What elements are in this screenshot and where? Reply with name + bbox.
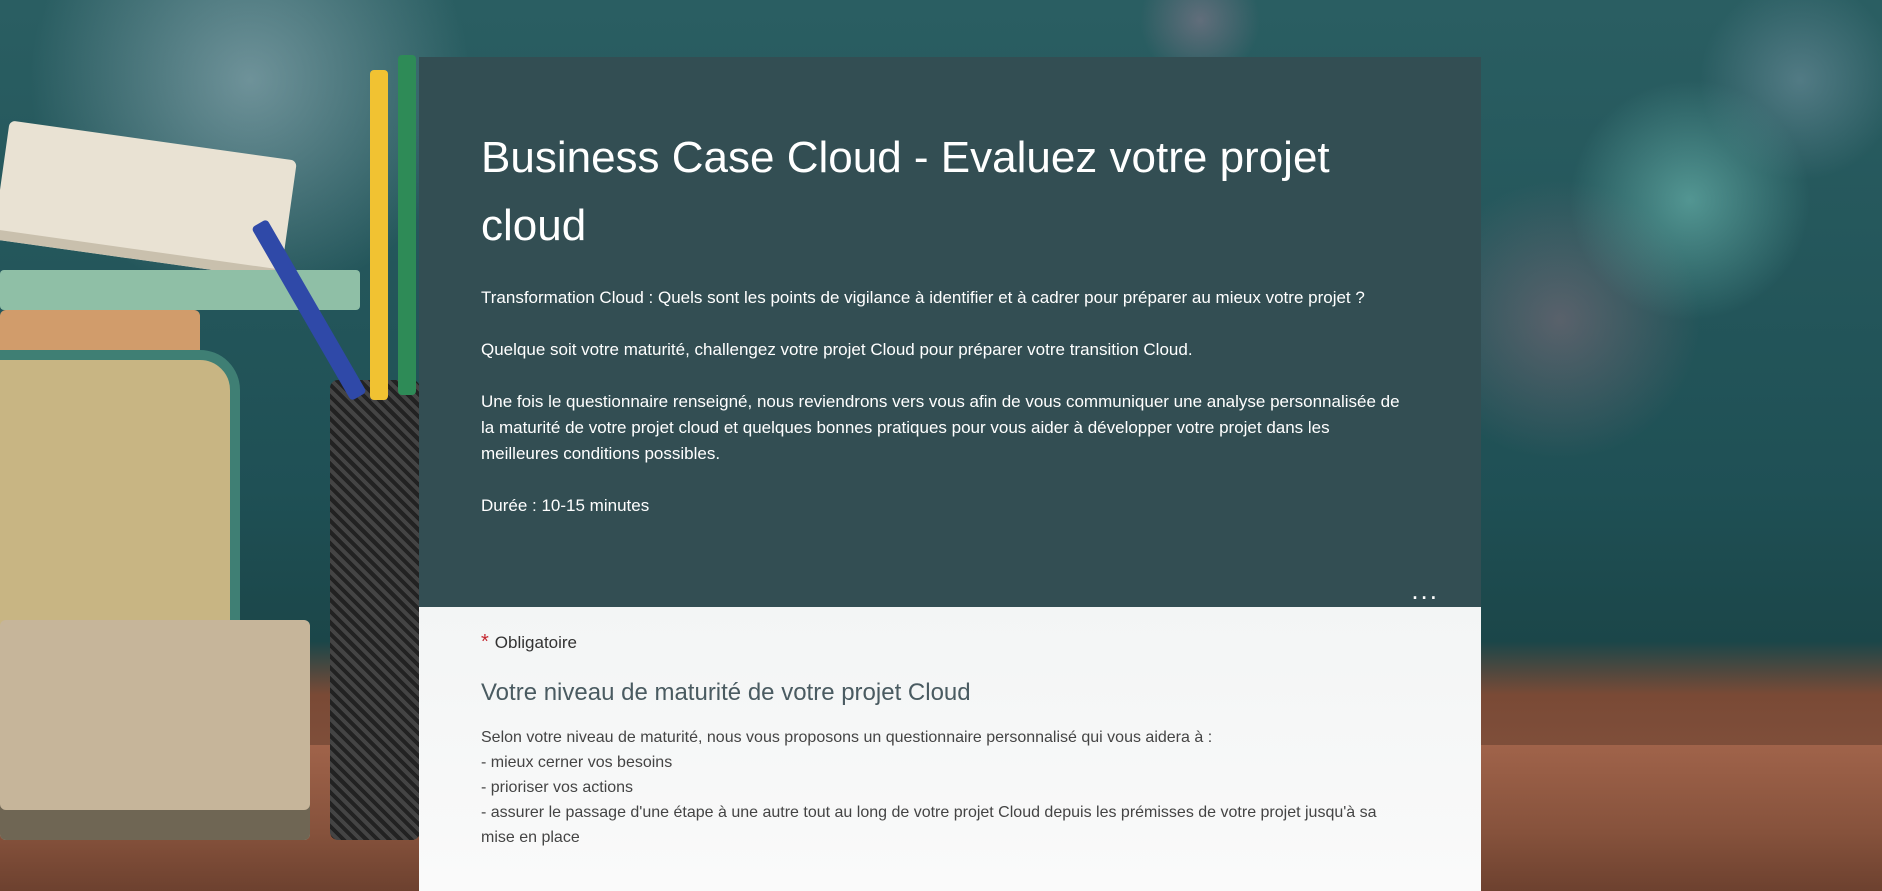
form-title: Business Case Cloud - Evaluez votre proj… — [481, 133, 1330, 250]
duration-text: Durée : 10-15 minutes — [481, 496, 650, 515]
description-paragraph: Transformation Cloud : Quels sont les po… — [481, 288, 1365, 307]
form-body: * Obligatoire Votre niveau de maturité de… — [419, 607, 1481, 891]
section-title: Votre niveau de maturité de votre projet… — [481, 679, 971, 706]
section-line: - assurer le passage d'une étape à une a… — [481, 804, 1377, 846]
form-description: Transformation Cloud : Quels sont les po… — [481, 285, 1411, 545]
book — [0, 620, 310, 840]
pencil-image — [398, 55, 416, 395]
book — [0, 120, 297, 280]
section-line: - prioriser vos actions — [481, 779, 634, 796]
form-card: Business Case Cloud - Evaluez votre proj… — [419, 57, 1481, 891]
description-paragraph: Une fois le questionnaire renseigné, nou… — [481, 392, 1400, 463]
description-paragraph: Quelque soit votre maturité, challengez … — [481, 340, 1193, 359]
pencil-image — [370, 70, 388, 400]
more-options-button[interactable]: ... — [1411, 577, 1439, 603]
form-header: Business Case Cloud - Evaluez votre proj… — [419, 57, 1481, 607]
pencil-cup-image — [330, 380, 420, 840]
required-label: Obligatoire — [494, 633, 578, 652]
required-note: * Obligatoire — [481, 631, 577, 654]
section-line: - mieux cerner vos besoins — [481, 754, 673, 771]
section-line: Selon votre niveau de maturité, nous vou… — [481, 729, 1213, 746]
required-star-icon: * — [481, 631, 489, 653]
more-options-icon: ... — [1411, 575, 1439, 605]
section-description: Selon votre niveau de maturité, nous vou… — [481, 725, 1411, 850]
